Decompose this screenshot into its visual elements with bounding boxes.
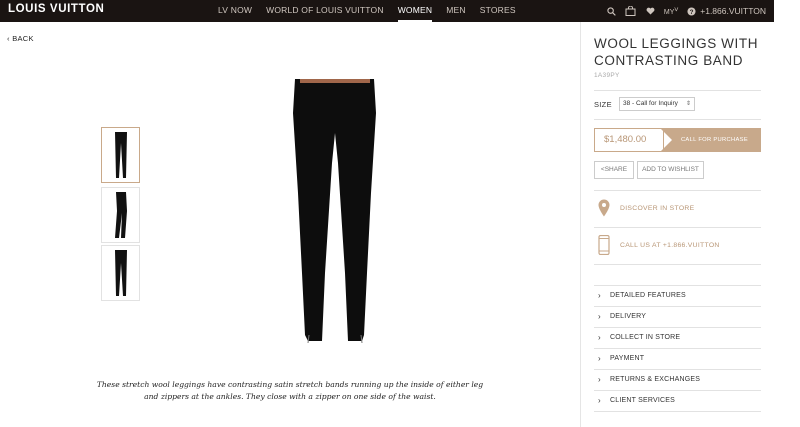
accordion-collect-in-store[interactable]: › COLLECT IN STORE	[594, 327, 761, 348]
accordion-payment[interactable]: › PAYMENT	[594, 348, 761, 369]
accordion-detailed-features[interactable]: › DETAILED FEATURES	[594, 285, 761, 306]
chevron-right-icon: ›	[598, 396, 601, 405]
chevron-right-icon: ›	[598, 333, 601, 342]
share-button[interactable]: <SHARE	[594, 161, 634, 179]
product-sku: 1A39PY	[594, 72, 620, 79]
product-thumbnail-1[interactable]	[101, 127, 140, 183]
logo[interactable]: LOUIS VUITTON	[8, 3, 104, 15]
accordion-delivery[interactable]: › DELIVERY	[594, 306, 761, 327]
product-main-image	[293, 79, 376, 344]
accordion-label: PAYMENT	[610, 355, 645, 362]
chevron-right-icon: ›	[598, 291, 601, 300]
add-to-wishlist-button[interactable]: ADD TO WISHLIST	[637, 161, 704, 179]
divider	[594, 227, 761, 228]
call-us-link[interactable]: CALL US AT +1.866.VUITTON	[598, 235, 720, 255]
lv-monogram-icon: ⱽ	[674, 5, 679, 16]
accordion-label: DELIVERY	[610, 313, 647, 320]
location-pin-icon	[598, 199, 610, 217]
leggings-side-thumbnail-image	[114, 192, 127, 238]
size-select-value: 38 - Call for Inquiry	[623, 100, 678, 107]
size-select[interactable]: 38 - Call for Inquiry ⇕	[619, 97, 695, 111]
discover-in-store-label: DISCOVER IN STORE	[620, 204, 695, 212]
header-tools: MYⱽ ? +1.866.VUITTON	[598, 0, 766, 22]
product-thumbnail-3[interactable]	[101, 245, 140, 301]
nav-men[interactable]: MEN	[446, 0, 466, 22]
size-label: SIZE	[594, 100, 612, 109]
call-us-label: CALL US AT +1.866.VUITTON	[620, 241, 720, 249]
chevron-right-icon: ›	[598, 312, 601, 321]
page-scrollbar-area	[774, 0, 800, 427]
divider	[594, 90, 761, 91]
purchase-box: $1,480.00 CALL FOR PURCHASE	[594, 128, 761, 152]
divider	[594, 119, 761, 120]
nav-stores[interactable]: STORES	[480, 0, 516, 22]
divider	[594, 411, 761, 412]
leggings-back-thumbnail-image	[114, 250, 127, 296]
discover-in-store-link[interactable]: DISCOVER IN STORE	[598, 199, 694, 217]
chevron-right-icon: ›	[598, 375, 601, 384]
nav-women[interactable]: WOMEN	[397, 0, 433, 22]
my-lv-label: MY	[663, 8, 675, 16]
product-title: WOOL LEGGINGS WITH CONTRASTING BAND	[594, 36, 759, 68]
search-icon[interactable]	[607, 6, 616, 16]
top-navigation-bar: LOUIS VUITTON LV NOW WORLD OF LOUIS VUIT…	[0, 0, 774, 22]
share-label: SHARE	[604, 166, 628, 173]
back-label: BACK	[12, 34, 34, 43]
divider	[594, 264, 761, 265]
nav-lv-now[interactable]: LV NOW	[218, 0, 252, 22]
call-for-purchase-button[interactable]: CALL FOR PURCHASE	[660, 128, 761, 152]
my-lv-link[interactable]: MYⱽ	[664, 6, 678, 17]
leggings-front-thumbnail-image	[114, 132, 127, 178]
accordion-label: DETAILED FEATURES	[610, 292, 686, 299]
svg-text:?: ?	[690, 8, 694, 15]
accordion-client-services[interactable]: › CLIENT SERVICES	[594, 390, 761, 411]
product-thumbnail-2[interactable]	[101, 187, 140, 243]
select-arrows-icon: ⇕	[685, 101, 691, 107]
main-nav: LV NOW WORLD OF LOUIS VUITTON WOMEN MEN …	[218, 0, 530, 22]
mobile-phone-icon	[598, 235, 610, 255]
chevron-left-icon: ‹	[7, 34, 10, 43]
heart-icon[interactable]	[646, 7, 655, 15]
nav-world-of-louis-vuitton[interactable]: WORLD OF LOUIS VUITTON	[266, 0, 384, 22]
panel-divider	[580, 22, 581, 427]
back-link[interactable]: ‹ BACK	[7, 34, 34, 43]
accordion-label: RETURNS & EXCHANGES	[610, 376, 701, 383]
shopping-bag-icon[interactable]	[625, 6, 637, 16]
help-icon[interactable]: ?	[687, 6, 696, 16]
header-phone[interactable]: +1.866.VUITTON	[700, 6, 766, 16]
accordion-label: CLIENT SERVICES	[610, 397, 675, 404]
chevron-right-icon: ›	[598, 354, 601, 363]
divider	[594, 190, 761, 191]
accordion-label: COLLECT IN STORE	[610, 334, 681, 341]
product-price: $1,480.00	[594, 128, 664, 152]
accordion-returns-exchanges[interactable]: › RETURNS & EXCHANGES	[594, 369, 761, 390]
product-description: These stretch wool leggings have contras…	[96, 380, 484, 401]
